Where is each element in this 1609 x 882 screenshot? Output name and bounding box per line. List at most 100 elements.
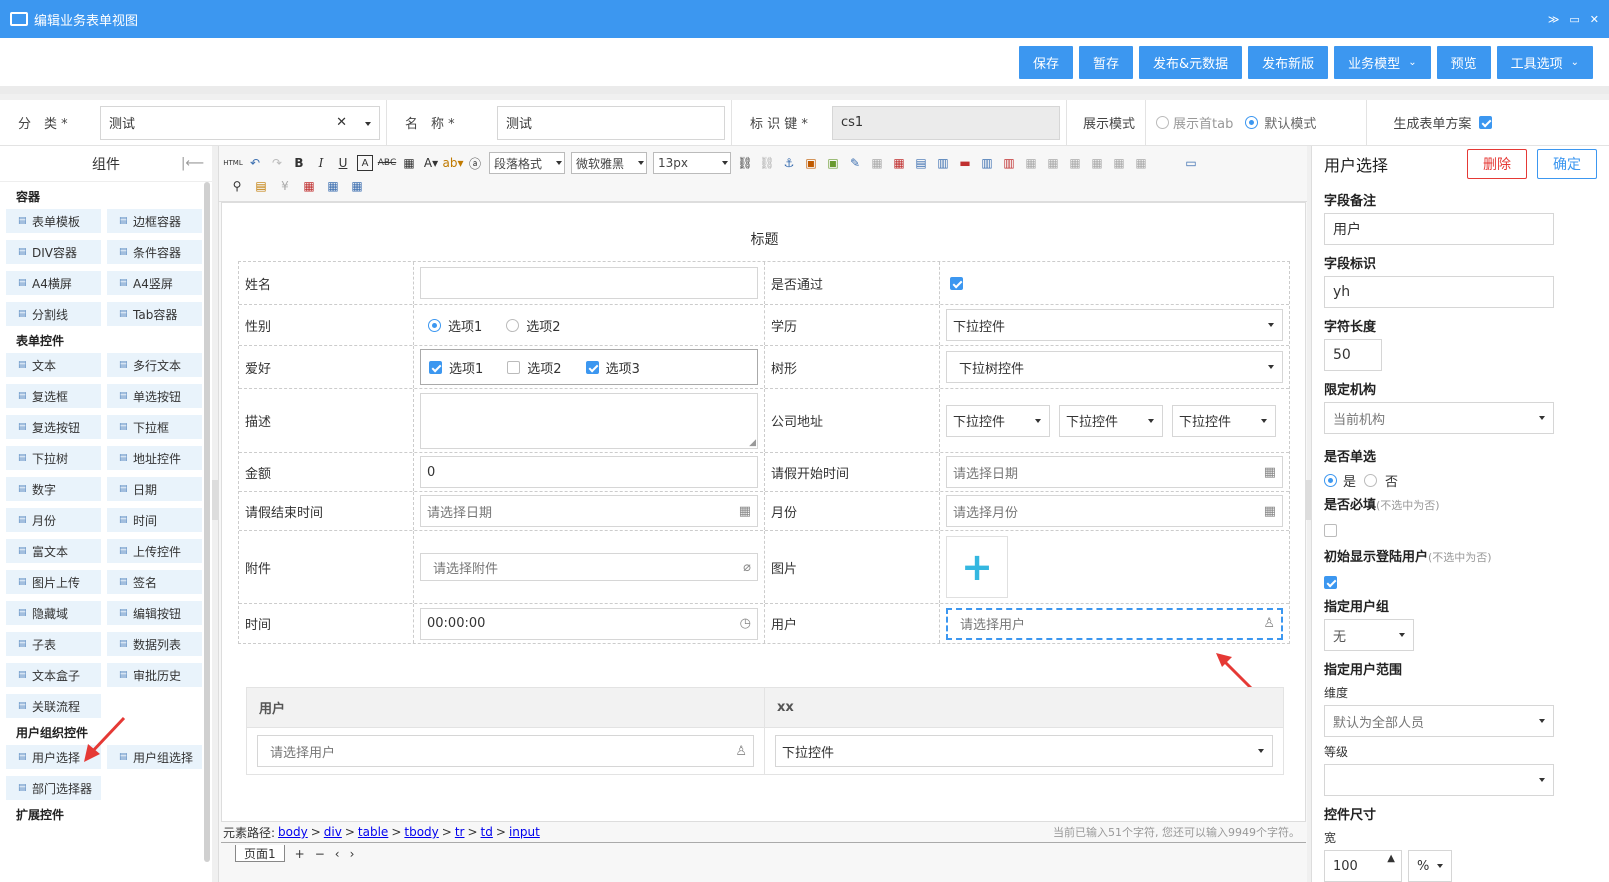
scrollbar[interactable] bbox=[204, 182, 210, 862]
pass-checkbox[interactable] bbox=[950, 276, 963, 290]
component-item[interactable]: ▤ 图片上传 bbox=[6, 570, 101, 594]
insert-row-icon[interactable]: ▥ bbox=[935, 155, 951, 171]
collapse-window-icon[interactable]: ≫ bbox=[1548, 13, 1560, 26]
single-yes-radio[interactable] bbox=[1324, 474, 1337, 487]
component-item[interactable]: ▤ 富文本 bbox=[6, 539, 101, 563]
component-item[interactable]: ▤ 签名 bbox=[107, 570, 202, 594]
leave-start-date-input[interactable]: 请选择日期 ▦ bbox=[946, 456, 1283, 488]
page-tab-1[interactable]: 页面1 bbox=[235, 845, 285, 862]
image-icon[interactable]: ▣ bbox=[803, 155, 819, 171]
delete-row-icon[interactable]: ▬ bbox=[957, 155, 973, 171]
component-item[interactable]: ▤ 数字 bbox=[6, 477, 101, 501]
clear-icon[interactable]: ✕ bbox=[336, 115, 347, 130]
html-icon[interactable]: HTML bbox=[223, 155, 242, 171]
sub-user-select-input[interactable]: 请选择用户 ♙ bbox=[257, 735, 754, 767]
clock-icon[interactable]: ◷ bbox=[740, 616, 751, 631]
remove-page-icon[interactable]: − bbox=[315, 847, 325, 861]
print-preview-icon[interactable]: ▦ bbox=[349, 178, 365, 194]
name-input[interactable]: 测试 bbox=[497, 105, 725, 140]
component-item[interactable]: ▤ 条件容器 bbox=[107, 240, 202, 264]
component-item[interactable]: ▤ DIV容器 bbox=[6, 240, 101, 264]
image-upload-plus-icon[interactable]: + bbox=[946, 536, 1008, 598]
paperclip-icon[interactable]: ⌀ bbox=[743, 560, 751, 575]
field-key-input[interactable]: yh bbox=[1324, 276, 1554, 308]
italic-icon[interactable]: I bbox=[313, 155, 329, 171]
component-item[interactable]: ▤ 地址控件 bbox=[107, 446, 202, 470]
remark-input[interactable]: 用户 bbox=[1324, 213, 1554, 245]
collapse-panel-icon[interactable]: |⟵ bbox=[181, 156, 204, 171]
component-item[interactable]: ▤ 部门选择器 bbox=[6, 776, 101, 800]
tree-select[interactable]: 下拉树控件 bbox=[946, 351, 1283, 383]
component-item[interactable]: ▤ 下拉树 bbox=[6, 446, 101, 470]
path-input-link[interactable]: input bbox=[509, 825, 540, 839]
component-item[interactable]: ▤ 复选按钮 bbox=[6, 415, 101, 439]
single-no-radio[interactable] bbox=[1364, 474, 1378, 487]
attachment-icon[interactable]: ✎ bbox=[847, 155, 863, 171]
save-button[interactable]: 保存 bbox=[1018, 45, 1073, 79]
calendar-icon[interactable]: ▦ bbox=[301, 178, 317, 194]
gen-scheme-checkbox[interactable] bbox=[1479, 116, 1493, 129]
component-item[interactable]: ▤ 多行文本 bbox=[107, 353, 202, 377]
table-props-icon[interactable]: ▤ bbox=[913, 155, 929, 171]
city-select[interactable]: 下拉控件 bbox=[1059, 404, 1163, 437]
undo-icon[interactable]: ↶ bbox=[247, 155, 263, 171]
delete-col-icon[interactable]: ▥ bbox=[1001, 155, 1017, 171]
province-select[interactable]: 下拉控件 bbox=[946, 404, 1050, 437]
highlight-icon[interactable]: ab▾ bbox=[443, 155, 464, 171]
component-item[interactable]: ▤ 下拉框 bbox=[107, 415, 202, 439]
level-select[interactable] bbox=[1324, 764, 1554, 796]
prev-page-icon[interactable]: ‹ bbox=[335, 847, 340, 861]
confirm-button[interactable]: 确定 bbox=[1537, 149, 1597, 179]
component-item[interactable]: ▤ 复选框 bbox=[6, 384, 101, 408]
category-select[interactable]: 测试 ✕ bbox=[100, 105, 380, 140]
calendar-icon[interactable]: ▦ bbox=[1264, 504, 1276, 519]
business-model-button[interactable]: 业务模型 ⌄ bbox=[1334, 45, 1431, 79]
component-item[interactable]: ▤ 编辑按钮 bbox=[107, 601, 202, 625]
split-cells-icon[interactable]: ▦ bbox=[1089, 155, 1105, 171]
bold-icon[interactable]: B bbox=[291, 155, 307, 171]
name-input[interactable] bbox=[420, 267, 758, 299]
user-icon[interactable]: ♙ bbox=[1263, 616, 1275, 631]
stepper-up-icon[interactable]: ▲ bbox=[1387, 853, 1395, 864]
draft-button[interactable]: 暂存 bbox=[1079, 45, 1134, 79]
resize-handle-icon[interactable]: ◢ bbox=[749, 438, 756, 448]
component-item[interactable]: ▤ 关联流程 bbox=[6, 694, 101, 718]
paste-format-icon[interactable]: ▦ bbox=[401, 155, 417, 171]
component-item[interactable]: ▤ 表单模板 bbox=[6, 209, 101, 233]
table-icon[interactable]: ▦ bbox=[869, 155, 885, 171]
component-item[interactable]: ▤ 时间 bbox=[107, 508, 202, 532]
dimension-select[interactable]: 默认为全部人员 bbox=[1324, 705, 1554, 737]
template-icon[interactable]: ▤ bbox=[253, 178, 269, 194]
component-item[interactable]: ▤ 数据列表 bbox=[107, 632, 202, 656]
component-item[interactable]: ▤ 文本 bbox=[6, 353, 101, 377]
date-search-icon[interactable]: ▦ bbox=[325, 178, 341, 194]
component-item[interactable]: ▤ 隐藏域 bbox=[6, 601, 101, 625]
component-item[interactable]: ▤ 单选按钮 bbox=[107, 384, 202, 408]
link-icon[interactable]: ⛓ bbox=[737, 155, 753, 171]
form-title[interactable]: 标题 bbox=[222, 229, 1307, 249]
currency-icon[interactable]: ¥ bbox=[277, 178, 293, 194]
path-body-link[interactable]: body bbox=[278, 825, 308, 839]
component-item[interactable]: ▤ 上传控件 bbox=[107, 539, 202, 563]
district-select[interactable]: 下拉控件 bbox=[1172, 404, 1276, 437]
path-tr-link[interactable]: tr bbox=[455, 825, 465, 839]
init-user-checkbox[interactable] bbox=[1324, 576, 1337, 589]
merge-down-icon[interactable]: ▦ bbox=[1067, 155, 1083, 171]
delete-button[interactable]: 删除 bbox=[1467, 149, 1527, 179]
insert-table-icon[interactable]: ▦ bbox=[891, 155, 907, 171]
sub-dropdown-select[interactable]: 下拉控件 bbox=[775, 735, 1273, 767]
close-window-icon[interactable]: ✕ bbox=[1590, 13, 1599, 26]
redo-icon[interactable]: ↷ bbox=[269, 155, 285, 171]
user-icon[interactable]: ♙ bbox=[735, 744, 747, 759]
font-color-icon[interactable]: A▾ bbox=[423, 155, 439, 171]
merge-right-icon[interactable]: ▦ bbox=[1045, 155, 1061, 171]
path-tbody-link[interactable]: tbody bbox=[404, 825, 438, 839]
hobby-option3-checkbox[interactable] bbox=[585, 360, 599, 374]
split-rows-icon[interactable]: ▦ bbox=[1111, 155, 1127, 171]
width-input[interactable]: 100 ▲ bbox=[1324, 850, 1402, 882]
component-item[interactable]: ▤ 日期 bbox=[107, 477, 202, 501]
component-item[interactable]: ▤ 子表 bbox=[6, 632, 101, 656]
hobby-option1-checkbox[interactable] bbox=[429, 360, 442, 374]
merge-cells-icon[interactable]: ▦ bbox=[1023, 155, 1039, 171]
component-item[interactable]: ▤ 边框容器 bbox=[107, 209, 202, 233]
